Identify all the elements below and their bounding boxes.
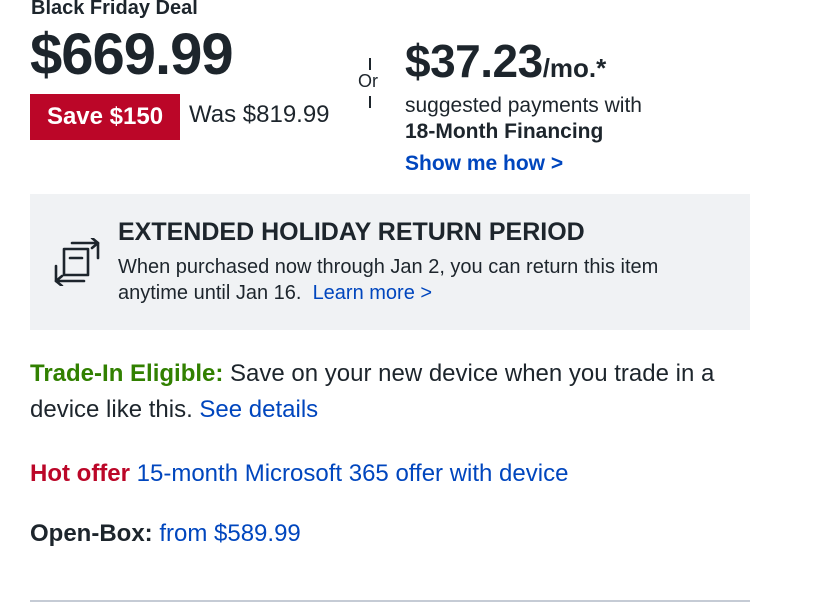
- holiday-return-panel: EXTENDED HOLIDAY RETURN PERIOD When purc…: [30, 194, 750, 330]
- monthly-payment: $37.23/mo.*: [405, 38, 606, 84]
- return-body: When purchased now through Jan 2, you ca…: [118, 254, 728, 306]
- learn-more-link[interactable]: Learn more >: [313, 282, 433, 304]
- divider-bar-bottom: [369, 96, 371, 108]
- hot-offer-section: Hot offer 15-month Microsoft 365 offer w…: [30, 458, 568, 490]
- open-box-section: Open-Box: from $589.99: [30, 518, 301, 550]
- show-me-how-link[interactable]: Show me how >: [405, 152, 563, 176]
- monthly-suffix: /mo.*: [542, 53, 607, 83]
- return-exchange-icon: [52, 236, 104, 288]
- deal-label: Black Friday Deal: [31, 0, 198, 19]
- hot-offer-label: Hot offer: [30, 460, 130, 487]
- monthly-amount: $37.23: [405, 35, 543, 87]
- trade-in-label: Trade-In Eligible:: [30, 360, 224, 387]
- save-badge: Save $150: [30, 94, 180, 140]
- or-text: Or: [358, 71, 378, 91]
- return-title: EXTENDED HOLIDAY RETURN PERIOD: [118, 218, 585, 246]
- divider-bar-top: [369, 58, 371, 70]
- open-box-label: Open-Box:: [30, 520, 153, 547]
- was-price: Was $819.99: [189, 101, 330, 128]
- see-details-link[interactable]: See details: [199, 396, 318, 423]
- current-price: $669.99: [30, 22, 234, 87]
- section-divider: [30, 600, 750, 602]
- trade-in-section: Trade-In Eligible: Save on your new devi…: [30, 356, 760, 428]
- financing-description: suggested payments with: [405, 94, 642, 117]
- microsoft-365-offer-link[interactable]: 15-month Microsoft 365 offer with device: [137, 460, 569, 487]
- open-box-price-link[interactable]: from $589.99: [159, 520, 300, 547]
- or-divider: Or: [356, 58, 382, 110]
- financing-term: 18-Month Financing: [405, 120, 604, 143]
